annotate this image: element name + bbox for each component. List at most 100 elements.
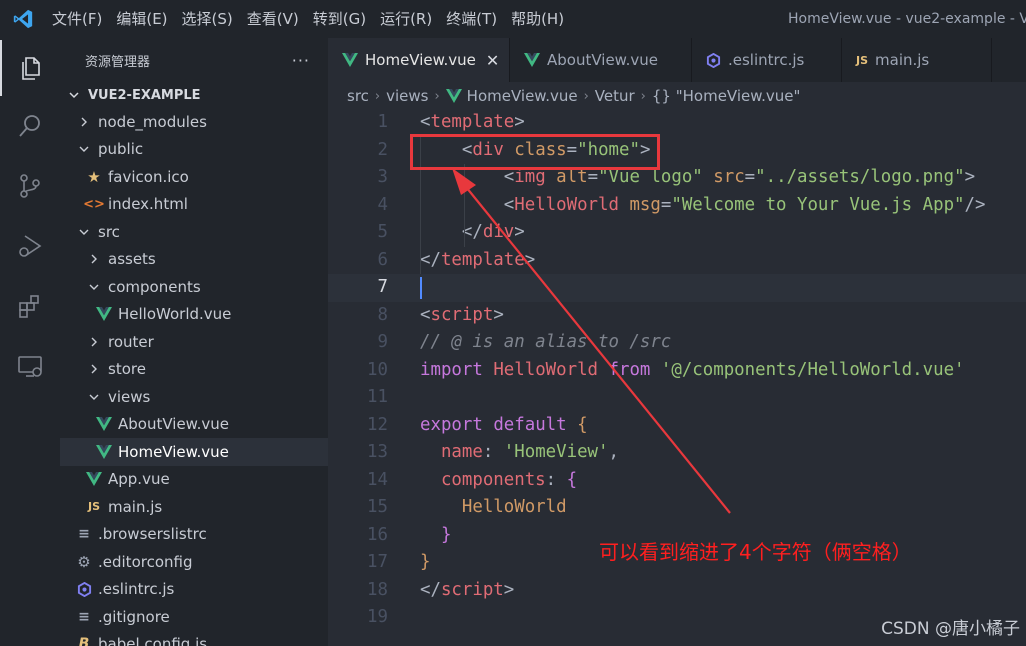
explorer-header: 资源管理器 ··· <box>60 38 328 82</box>
html-file-icon: <> <box>83 196 105 212</box>
code-line[interactable]: 1 <template> <box>328 109 1026 137</box>
code-line[interactable]: 5 </div> <box>328 219 1026 247</box>
tree-folder[interactable]: components <box>60 273 328 301</box>
tree-file[interactable]: HomeView.vue <box>60 438 328 466</box>
chevron-right-icon: › <box>640 88 646 104</box>
tab[interactable]: HomeView.vue ✕ <box>328 38 510 82</box>
code-token: = <box>660 194 672 215</box>
code-line[interactable]: 15 HelloWorld <box>328 494 1026 522</box>
breadcrumb: src › views › HomeView.vue › Vetur › {} "HomeVie… <box>328 82 1026 110</box>
tree-file[interactable]: AboutView.vue <box>60 411 328 439</box>
tree-folder[interactable]: views <box>60 383 328 411</box>
code-token: src <box>713 167 745 187</box>
code-line[interactable]: 4 <HelloWorld msg="Welcome to Your Vue.j… <box>328 192 1026 220</box>
more-actions-icon[interactable]: ··· <box>292 51 310 70</box>
breadcrumb-item[interactable]: HomeView.vue <box>467 87 578 105</box>
tab[interactable]: .eslintrc.js <box>692 38 842 82</box>
code-text: // @ is an alias to /src <box>420 329 671 357</box>
menu-item[interactable]: 文件(F) <box>45 0 109 38</box>
tree-file[interactable]: App.vue <box>60 466 328 494</box>
line-number: 13 <box>367 442 388 462</box>
tree-file[interactable]: JS main.js <box>60 493 328 521</box>
tab-label: .eslintrc.js <box>728 51 805 69</box>
vue-file-icon <box>86 472 102 487</box>
tree-folder[interactable]: public <box>60 136 328 164</box>
source-control-icon[interactable] <box>0 158 60 214</box>
code-line[interactable]: 9 // @ is an alias to /src <box>328 329 1026 357</box>
code-text: name: 'HomeView', <box>420 439 619 467</box>
menu-item[interactable]: 查看(V) <box>240 0 306 38</box>
code-line[interactable]: 18 </script> <box>328 577 1026 605</box>
line-number: 1 <box>377 112 388 132</box>
menu-item[interactable]: 终端(T) <box>439 0 504 38</box>
code-line[interactable]: 12 export default { <box>328 412 1026 440</box>
tree-folder[interactable]: assets <box>60 246 328 274</box>
remote-explorer-icon[interactable] <box>0 338 60 394</box>
tree-folder[interactable]: src <box>60 218 328 246</box>
tree-file[interactable]: ⚙ .editorconfig <box>60 548 328 576</box>
code-text: <template> <box>420 109 525 137</box>
tree-item-label: node_modules <box>98 112 207 131</box>
menu-item[interactable]: 帮助(H) <box>504 0 571 38</box>
tree-file[interactable]: ★ favicon.ico <box>60 163 328 191</box>
close-icon[interactable]: ✕ <box>486 51 499 70</box>
tab-label: HomeView.vue <box>365 51 476 69</box>
tree-folder[interactable]: node_modules <box>60 108 328 136</box>
tree-file[interactable]: .eslintrc.js <box>60 576 328 604</box>
tree-file[interactable]: ≡ .gitignore <box>60 603 328 631</box>
tab[interactable]: JS main.js <box>842 38 992 82</box>
menu-item[interactable]: 编辑(E) <box>109 0 174 38</box>
breadcrumb-item[interactable]: views <box>386 87 428 105</box>
line-number: 11 <box>367 387 388 407</box>
tree-item-label: assets <box>108 250 156 269</box>
search-icon[interactable] <box>0 98 60 154</box>
code-token: = <box>587 167 599 187</box>
code-line[interactable]: 10 import HelloWorld from '@/components/H… <box>328 357 1026 385</box>
code-line[interactable]: 13 name: 'HomeView', <box>328 439 1026 467</box>
chevron-down-icon <box>66 89 82 101</box>
line-number: 3 <box>377 167 388 187</box>
line-number: 10 <box>367 359 388 380</box>
code-line[interactable]: 7 <box>328 274 1026 302</box>
tab[interactable]: AboutView.vue <box>510 38 692 82</box>
vue-file-icon <box>342 53 358 67</box>
menu-item[interactable]: 选择(S) <box>175 0 240 38</box>
code-line[interactable]: 8 <script> <box>328 302 1026 330</box>
tree-file[interactable]: ≡ .browserslistrc <box>60 521 328 549</box>
code-token: script <box>440 579 504 600</box>
explorer-icon[interactable] <box>0 40 60 96</box>
line-number: 4 <box>377 194 388 215</box>
code-line[interactable]: 14 components: { <box>328 467 1026 495</box>
text-cursor <box>420 277 422 299</box>
code-token: from <box>608 359 651 380</box>
code-text: import HelloWorld from '@/components/Hel… <box>420 357 965 385</box>
breadcrumb-item[interactable]: Vetur <box>595 87 635 105</box>
tree-file[interactable]: HelloWorld.vue <box>60 301 328 329</box>
tree-folder[interactable]: router <box>60 328 328 356</box>
tree-item-label: .eslintrc.js <box>98 580 175 599</box>
code-token: /> <box>964 194 986 215</box>
tree-file[interactable]: Bbabel.config.js <box>60 631 328 646</box>
tree-file[interactable]: <> index.html <box>60 191 328 219</box>
workspace-section-header[interactable]: VUE2-EXAMPLE <box>60 82 328 108</box>
tree-item-label: App.vue <box>108 470 170 489</box>
code-line[interactable]: 11 <box>328 384 1026 412</box>
vue-file-icon <box>524 53 540 67</box>
line-number: 6 <box>377 249 388 270</box>
code-text: </template> <box>420 247 535 275</box>
menu-item[interactable]: 运行(R) <box>373 0 439 38</box>
chevron-right-icon <box>86 253 102 265</box>
code-line[interactable]: 6 </template> <box>328 247 1026 275</box>
breadcrumb-item[interactable]: src <box>347 87 369 105</box>
menu-item[interactable]: 转到(G) <box>306 0 373 38</box>
extensions-icon[interactable] <box>0 278 60 334</box>
tree-folder[interactable]: store <box>60 356 328 384</box>
run-debug-icon[interactable] <box>0 218 60 274</box>
code-editor[interactable]: 1 <template> 2 <div class="home"> 3 <img al… <box>328 110 1026 646</box>
breadcrumb-item[interactable]: {} "HomeView.vue" <box>652 87 801 105</box>
code-text: } <box>420 549 430 577</box>
